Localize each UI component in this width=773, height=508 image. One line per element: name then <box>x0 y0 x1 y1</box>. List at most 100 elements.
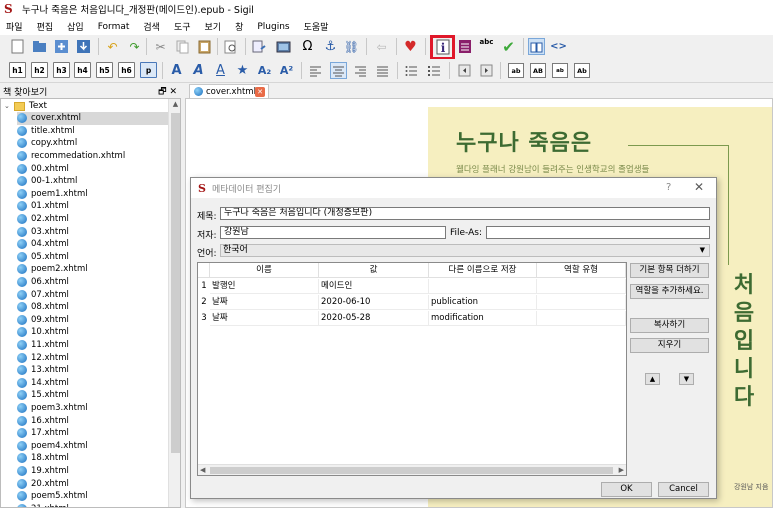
file-item[interactable]: poem5.xhtml <box>17 490 168 503</box>
file-item[interactable]: 18.xhtml <box>17 452 168 465</box>
vertical-scrollbar[interactable]: ▲ <box>168 99 180 507</box>
file-item[interactable]: 14.xhtml <box>17 377 168 390</box>
table-cell-name[interactable]: 날짜 <box>210 295 319 310</box>
search-icon[interactable] <box>222 38 239 55</box>
book-view-icon[interactable] <box>528 38 545 55</box>
file-item[interactable]: 20.xhtml <box>17 477 168 490</box>
indent-icon[interactable] <box>478 62 495 79</box>
strikethrough-icon[interactable]: ★ <box>234 62 251 79</box>
heading-4-button[interactable]: h4 <box>74 62 91 78</box>
file-item[interactable]: poem1.xhtml <box>17 188 168 201</box>
heading-6-button[interactable]: h6 <box>118 62 135 78</box>
cut-icon[interactable]: ✂ <box>152 38 169 55</box>
file-item[interactable]: 02.xhtml <box>17 213 168 226</box>
file-item[interactable]: 13.xhtml <box>17 364 168 377</box>
file-item[interactable]: 03.xhtml <box>17 225 168 238</box>
table-cell-save-as[interactable]: modification <box>429 311 537 326</box>
link-icon[interactable]: ⛓ <box>343 38 360 55</box>
file-item[interactable]: 17.xhtml <box>17 427 168 440</box>
back-arrow-icon[interactable]: ⇦ <box>373 38 390 55</box>
menu-insert[interactable]: 삽입 <box>61 20 92 33</box>
outdent-icon[interactable] <box>456 62 473 79</box>
file-item[interactable]: 21.xhtml <box>17 503 168 507</box>
scrollbar-thumb[interactable] <box>210 467 613 474</box>
language-select[interactable]: 한국어 ▼ <box>220 244 710 257</box>
ok-button[interactable]: OK <box>601 482 652 497</box>
underline-icon[interactable]: A <box>212 62 229 79</box>
bold-icon[interactable]: A <box>168 62 185 79</box>
file-item[interactable]: 12.xhtml <box>17 351 168 364</box>
file-item[interactable]: poem4.xhtml <box>17 440 168 453</box>
col-header-value[interactable]: 값 <box>319 263 429 278</box>
file-item[interactable]: 08.xhtml <box>17 301 168 314</box>
open-folder-icon[interactable] <box>31 38 48 55</box>
menu-tools[interactable]: 도구 <box>168 20 199 33</box>
cancel-button[interactable]: Cancel <box>658 482 709 497</box>
numbered-list-icon[interactable] <box>426 62 443 79</box>
delete-button[interactable]: 지우기 <box>630 338 709 353</box>
menu-window[interactable]: 창 <box>229 20 251 33</box>
align-center-icon[interactable] <box>330 62 347 79</box>
spellcheck-icon[interactable]: abc <box>478 38 495 55</box>
toc-icon[interactable] <box>456 38 473 55</box>
folder-text[interactable]: ⌄ Text <box>4 100 47 112</box>
col-header-save-as[interactable]: 다른 이름으로 저장 <box>429 263 537 278</box>
add-role-button[interactable]: 역할을 추가하세요. <box>630 284 709 299</box>
titlecase-button[interactable]: Ab <box>574 63 590 78</box>
chevron-down-icon[interactable]: ⌄ <box>4 102 10 110</box>
table-cell-name[interactable]: 발행인 <box>210 279 319 294</box>
close-icon[interactable]: ✕ <box>694 180 704 194</box>
move-up-button[interactable]: ▲ <box>645 373 660 385</box>
add-basic-button[interactable]: 기본 항목 더하기 <box>630 263 709 278</box>
file-item[interactable]: recommedation.xhtml <box>17 150 168 163</box>
col-header-name[interactable]: 이름 <box>210 263 319 278</box>
file-item[interactable]: poem3.xhtml <box>17 402 168 415</box>
scrollbar-thumb[interactable] <box>171 113 180 453</box>
file-item[interactable]: 16.xhtml <box>17 414 168 427</box>
table-cell-name[interactable]: 날짜 <box>210 311 319 326</box>
paste-icon[interactable] <box>196 38 213 55</box>
new-file-icon[interactable] <box>9 38 26 55</box>
file-item[interactable]: poem2.xhtml <box>17 263 168 276</box>
lowercase-button[interactable]: ab <box>508 63 524 78</box>
fileas-field[interactable] <box>486 226 710 239</box>
heart-icon[interactable]: ♥ <box>402 38 419 55</box>
col-header-role[interactable]: 역할 유형 <box>537 263 626 278</box>
file-item[interactable]: 06.xhtml <box>17 276 168 289</box>
anchor-icon[interactable]: ⚓ <box>322 38 339 55</box>
menu-format[interactable]: Format <box>92 22 138 32</box>
table-cell-role[interactable] <box>537 311 626 326</box>
help-icon[interactable]: ? <box>666 182 671 193</box>
superscript-icon[interactable]: A² <box>278 62 295 79</box>
bullet-list-icon[interactable] <box>403 62 420 79</box>
code-view-icon[interactable]: <> <box>550 38 567 55</box>
file-item[interactable]: 00.xhtml <box>17 162 168 175</box>
redo-icon[interactable]: ↷ <box>126 38 143 55</box>
split-icon[interactable] <box>251 38 268 55</box>
heading-1-button[interactable]: h1 <box>9 62 26 78</box>
table-cell-role[interactable] <box>537 295 626 310</box>
subscript-icon[interactable]: A₂ <box>256 62 273 79</box>
file-item[interactable]: 15.xhtml <box>17 389 168 402</box>
copy-button[interactable]: 복사하기 <box>630 318 709 333</box>
uppercase-button[interactable]: AB <box>530 63 546 78</box>
add-file-icon[interactable] <box>53 38 70 55</box>
menu-view[interactable]: 보기 <box>199 20 230 33</box>
menu-plugins[interactable]: Plugins <box>251 22 297 32</box>
menu-file[interactable]: 파일 <box>0 20 31 33</box>
file-item[interactable]: 09.xhtml <box>17 314 168 327</box>
heading-5-button[interactable]: h5 <box>96 62 113 78</box>
smallcaps-button[interactable]: ab <box>552 63 568 78</box>
file-item[interactable]: 00-1.xhtml <box>17 175 168 188</box>
copy-icon[interactable] <box>174 38 191 55</box>
menu-search[interactable]: 검색 <box>137 20 168 33</box>
menu-edit[interactable]: 편집 <box>31 20 62 33</box>
file-item[interactable]: copy.xhtml <box>17 137 168 150</box>
file-item[interactable]: title.xhtml <box>17 125 168 138</box>
file-item[interactable]: 19.xhtml <box>17 465 168 478</box>
file-item[interactable]: 11.xhtml <box>17 339 168 352</box>
table-cell-save-as[interactable] <box>429 279 537 294</box>
file-item[interactable]: 01.xhtml <box>17 200 168 213</box>
title-field[interactable]: 누구나 죽음은 처음입니다 (개정증보판) <box>220 207 710 220</box>
table-cell-role[interactable] <box>537 279 626 294</box>
